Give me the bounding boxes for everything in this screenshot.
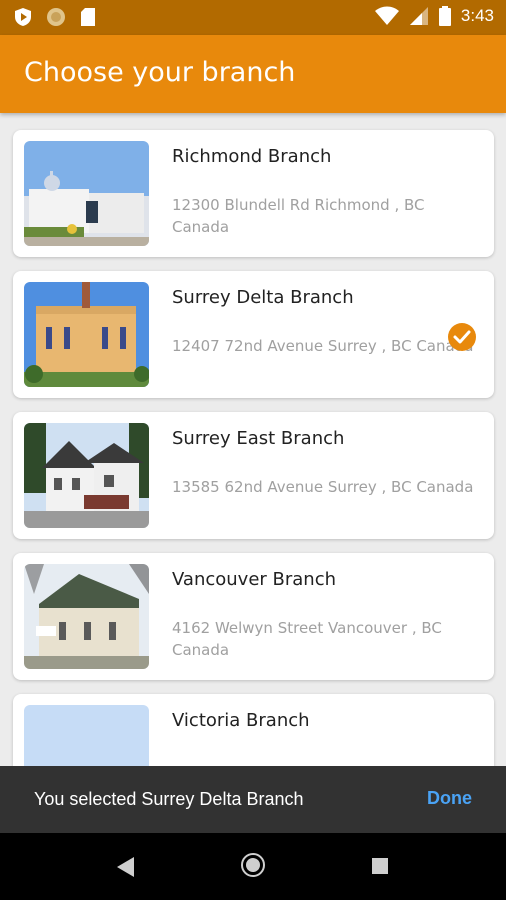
branch-photo-placeholder xyxy=(24,705,149,766)
branch-card-vancouver[interactable]: Vancouver Branch 4162 Welwyn Street Vanc… xyxy=(13,553,494,680)
branch-address: 12407 72nd Avenue Surrey , BC Canada xyxy=(172,337,474,355)
back-icon[interactable] xyxy=(117,857,134,877)
branch-photo xyxy=(24,141,149,246)
snackbar: You selected Surrey Delta Branch Done xyxy=(0,766,506,833)
branch-photo xyxy=(24,564,149,669)
branch-address: 12300 Blundell Rd Richmond , BC Canada xyxy=(172,196,425,236)
branch-address: 13585 62nd Avenue Surrey , BC Canada xyxy=(172,478,474,496)
recents-icon[interactable] xyxy=(372,858,388,874)
app-bar: Choose your branch xyxy=(0,35,506,113)
branch-photo xyxy=(24,282,149,387)
wifi-icon xyxy=(374,6,399,25)
shield-icon xyxy=(15,8,31,26)
signal-icon xyxy=(409,7,428,25)
branch-name: Victoria Branch xyxy=(172,710,310,731)
status-left-icons xyxy=(14,7,96,27)
branch-list[interactable]: Richmond Branch 12300 Blundell Rd Richmo… xyxy=(0,113,506,766)
snackbar-message: You selected Surrey Delta Branch xyxy=(34,789,304,809)
branch-name: Richmond Branch xyxy=(172,146,332,167)
branch-name: Vancouver Branch xyxy=(172,569,337,590)
branch-card-surrey-east[interactable]: Surrey East Branch 13585 62nd Avenue Sur… xyxy=(13,412,494,539)
branch-name: Surrey East Branch xyxy=(172,428,345,449)
circle-icon xyxy=(47,8,65,26)
battery-icon xyxy=(438,6,451,26)
branch-card-richmond[interactable]: Richmond Branch 12300 Blundell Rd Richmo… xyxy=(13,130,494,257)
branch-name: Surrey Delta Branch xyxy=(172,287,354,308)
branch-address: 4162 Welwyn Street Vancouver , BC Canada xyxy=(172,619,442,659)
status-right: 3:43 xyxy=(374,6,494,26)
selected-check-icon xyxy=(448,323,476,351)
branch-card-surrey-delta[interactable]: Surrey Delta Branch 12407 72nd Avenue Su… xyxy=(13,271,494,398)
status-time: 3:43 xyxy=(460,6,494,25)
sd-card-icon xyxy=(81,8,95,26)
branch-photo xyxy=(24,423,149,528)
page-title: Choose your branch xyxy=(24,57,296,88)
done-button[interactable]: Done xyxy=(427,788,472,809)
home-icon[interactable] xyxy=(241,853,265,877)
branch-card-victoria[interactable]: Victoria Branch xyxy=(13,694,494,766)
navigation-bar xyxy=(0,833,506,900)
status-bar: 3:43 xyxy=(0,0,506,35)
